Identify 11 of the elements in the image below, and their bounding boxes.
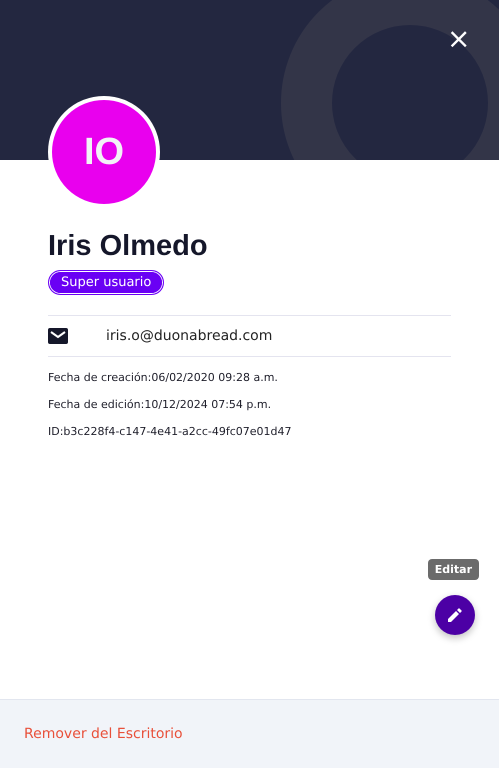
meta-text: Fecha de creación:06/02/2020 09:28 a.m.: [48, 372, 278, 384]
mail-icon: [48, 328, 68, 344]
user-name: Iris Olmedo: [48, 229, 208, 264]
close-button[interactable]: ×: [447, 28, 469, 50]
meta-text: Fecha de edición:10/12/2024 07:54 p.m.: [48, 399, 272, 411]
meta-text: ID:b3c228f4-c147-4e41-a2cc-49fc07e01d47: [48, 426, 292, 438]
edit-tooltip: Editar: [428, 559, 479, 580]
pencil-icon: [448, 608, 462, 622]
email-text: iris.o@duonabread.com: [106, 328, 272, 344]
role-badge: Super usuario: [48, 270, 164, 295]
edit-button[interactable]: [435, 595, 475, 635]
